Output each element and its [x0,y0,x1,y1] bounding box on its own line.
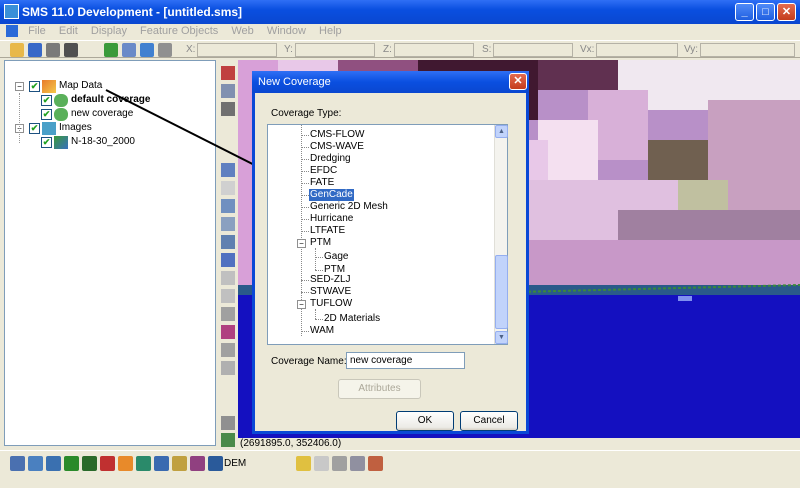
list-item-generic-2d-mesh[interactable]: Generic 2D Mesh [310,201,388,213]
list-item-hurricane[interactable]: Hurricane [310,213,353,225]
raster-icon[interactable] [208,456,223,471]
gis-icon[interactable] [172,456,187,471]
coverage-name-input[interactable] [346,352,465,369]
attributes-button[interactable]: Attributes [338,379,421,399]
bottom-toolbar: DEM [0,450,800,476]
list-item-ptm-group[interactable]: PTM [310,237,331,249]
list-item-gencade[interactable]: GenCade [309,189,354,201]
list-item-gage[interactable]: Gage [324,251,348,263]
grid-module-icon[interactable] [64,456,79,471]
list-scrollbar[interactable]: ▲ ▼ [494,125,508,344]
mesh-module-icon[interactable] [28,456,43,471]
particle-icon[interactable] [154,456,169,471]
dem-label[interactable]: DEM [224,458,246,469]
tuflow-collapse-icon[interactable]: − [297,300,306,309]
list-item-efdc[interactable]: EFDC [310,165,337,177]
dialog-title: New Coverage [252,71,529,93]
coverage-type-label: Coverage Type: [271,108,342,119]
cancel-button[interactable]: Cancel [460,411,518,431]
ptm-collapse-icon[interactable]: − [297,239,306,248]
scroll-up-icon[interactable]: ▲ [495,125,508,138]
scroll-thumb[interactable] [495,255,508,329]
coverage-name-label: Coverage Name: [271,356,347,367]
list-item-tuflow[interactable]: TUFLOW [310,298,352,310]
ok-button[interactable]: OK [396,411,454,431]
scroll-down-icon[interactable]: ▼ [495,331,508,344]
list-item-2d-materials[interactable]: 2D Materials [324,313,380,325]
map-module-icon[interactable] [118,456,133,471]
list-item-ltfate[interactable]: LTFATE [310,225,345,237]
list-item-dredging[interactable]: Dredging [310,153,351,165]
list-item-stwave[interactable]: STWAVE [310,286,351,298]
cartesian-grid-icon[interactable] [82,456,97,471]
list-item-fate[interactable]: FATE [310,177,334,189]
list-item-cms-wave[interactable]: CMS-WAVE [310,141,364,153]
quadtree-icon[interactable] [100,456,115,471]
list-item-sed-zlj[interactable]: SED-ZLJ [310,274,351,286]
chart-icon[interactable] [368,456,383,471]
coverage-type-list[interactable]: CMS-FLOW CMS-WAVE Dredging EFDC FATE Gen… [267,124,508,345]
home-icon[interactable] [10,456,25,471]
scatter-module-icon[interactable] [46,456,61,471]
step-icon[interactable] [332,456,347,471]
list-item-cms-flow[interactable]: CMS-FLOW [310,129,364,141]
plot-icon[interactable] [350,456,365,471]
dialog-close-button[interactable]: ✕ [509,73,527,90]
globe-icon[interactable] [136,456,151,471]
coordinate-status: (2691895.0, 352406.0) [238,438,800,450]
list-item-wam[interactable]: WAM [310,325,334,337]
light-icon[interactable] [296,456,311,471]
play-icon[interactable] [314,456,329,471]
annotation-icon[interactable] [190,456,205,471]
